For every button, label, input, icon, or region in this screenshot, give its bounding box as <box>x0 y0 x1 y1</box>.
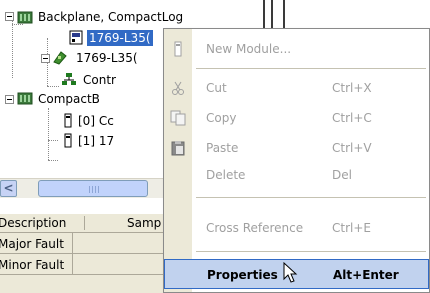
tree-node-compactbus[interactable]: CompactB <box>36 91 102 107</box>
menu-item-delete[interactable]: Delete Del <box>164 160 429 190</box>
context-menu: New Module... Cut Ctrl+X Copy Ctrl+C Pas… <box>163 28 430 293</box>
grid-row-label: Minor Fault <box>0 258 65 272</box>
column-divider[interactable] <box>84 216 85 230</box>
menu-item-label: Cut <box>206 81 227 95</box>
menu-item-label: Delete <box>206 168 246 182</box>
column-divider <box>72 233 73 254</box>
mouse-cursor-icon <box>283 262 298 283</box>
grip-line <box>89 186 90 193</box>
menu-item-copy[interactable]: Copy Ctrl+C <box>164 103 429 133</box>
menu-item-shortcut: Ctrl+X <box>332 81 372 95</box>
scroll-thumb[interactable] <box>38 180 148 197</box>
clipboard-icon <box>171 141 185 156</box>
menu-item-cross-reference[interactable]: Cross Reference Ctrl+E <box>164 213 429 243</box>
controller-icon <box>69 30 83 45</box>
column-header-sample[interactable]: Samp <box>127 214 161 232</box>
scissors-icon <box>172 81 184 95</box>
network-icon <box>62 73 76 85</box>
tree-node-backplane[interactable]: Backplane, CompactLog <box>36 9 185 25</box>
menu-separator <box>196 251 426 252</box>
menu-separator <box>196 197 426 198</box>
grip-line <box>92 186 93 193</box>
menu-item-shortcut: Del <box>332 168 352 182</box>
io-module-icon <box>64 113 72 128</box>
tree-node-slot-1[interactable]: [1] 17 <box>76 133 116 149</box>
backplane-icon <box>17 92 33 105</box>
horizontal-scrollbar[interactable]: < <box>0 178 190 198</box>
grip-line <box>95 186 96 193</box>
tree-node-slot-0[interactable]: [0] Cc <box>76 113 116 129</box>
grid-row-label: Major Fault <box>0 237 64 251</box>
menu-item-shortcut: Ctrl+V <box>332 141 372 155</box>
tree-connector <box>48 160 58 161</box>
copy-icon <box>170 110 186 126</box>
grip-line <box>98 186 99 193</box>
collapse-toggle[interactable] <box>41 54 50 63</box>
tree-connector <box>48 140 58 141</box>
menu-item-label: Copy <box>206 111 237 125</box>
collapse-toggle[interactable] <box>5 95 14 104</box>
menu-separator <box>196 68 426 69</box>
new-module-icon <box>174 41 182 57</box>
tree-connector <box>12 18 13 78</box>
module-icon <box>53 51 67 65</box>
menu-item-label: Cross Reference <box>206 221 304 235</box>
backplane-icon <box>17 11 33 24</box>
menu-item-shortcut: Alt+Enter <box>333 268 399 282</box>
io-module-icon <box>64 133 72 148</box>
scroll-left-arrow[interactable]: < <box>0 180 17 197</box>
collapse-toggle[interactable] <box>5 12 14 21</box>
menu-item-label: New Module... <box>206 42 292 56</box>
menu-item-new-module[interactable]: New Module... <box>164 34 429 64</box>
menu-item-cut[interactable]: Cut Ctrl+X <box>164 73 429 103</box>
tree-connector <box>48 108 49 160</box>
tree-node-module[interactable]: 1769-L35( <box>74 50 140 66</box>
menu-item-label: Properties <box>207 268 278 282</box>
menu-item-shortcut: Ctrl+E <box>332 221 371 235</box>
menu-item-label: Paste <box>206 141 239 155</box>
column-divider <box>72 254 73 275</box>
tree-node-controller-selected[interactable]: 1769-L35( <box>87 30 153 46</box>
tree-connector <box>47 86 59 87</box>
tree-node-controller-network[interactable]: Contr <box>81 72 118 88</box>
column-header-description[interactable]: Description <box>0 214 66 232</box>
menu-item-paste[interactable]: Paste Ctrl+V <box>164 133 429 163</box>
menu-item-shortcut: Ctrl+C <box>332 111 372 125</box>
